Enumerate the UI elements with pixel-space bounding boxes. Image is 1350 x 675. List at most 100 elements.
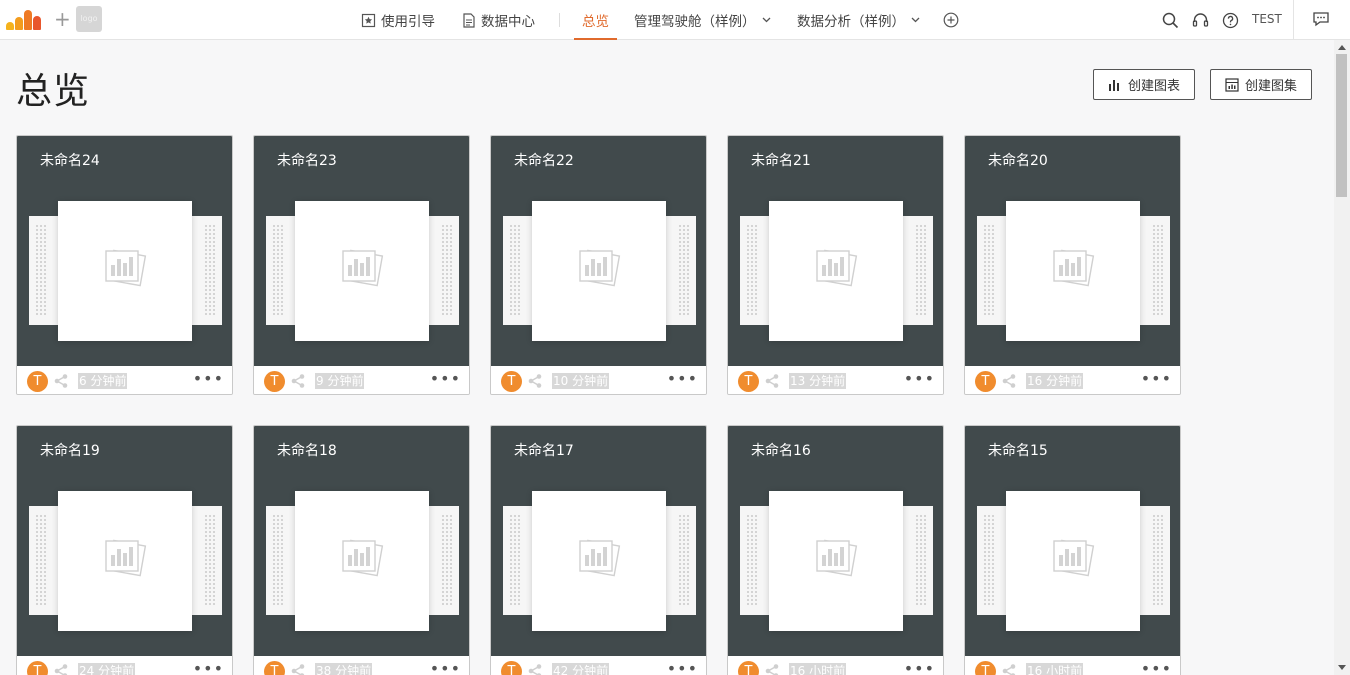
add-icon[interactable]: + — [54, 9, 71, 29]
bar-chart-icon — [1109, 79, 1119, 91]
share-button[interactable] — [1001, 373, 1017, 393]
nav-item-cockpit[interactable]: 管理驾驶舱（样例） — [634, 0, 776, 40]
thumbnail-preview — [295, 491, 429, 631]
headset-support-icon[interactable] — [1190, 10, 1210, 30]
card-thumbnail[interactable]: 未命名24 — [17, 136, 232, 366]
nav-item-guide[interactable]: 使用引导 — [361, 0, 435, 40]
card-thumbnail[interactable]: 未命名15 — [965, 426, 1180, 656]
nav-label: 数据中心 — [481, 14, 535, 30]
search-icon[interactable] — [1160, 10, 1180, 30]
share-button[interactable] — [1001, 663, 1017, 675]
share-button[interactable] — [290, 663, 306, 675]
chart-card[interactable]: 未命名16 T 16 小时前 ••• — [727, 425, 944, 675]
card-timestamp: 42 分钟前 — [552, 663, 610, 675]
user-name[interactable]: TEST — [1252, 12, 1282, 26]
card-timestamp: 6 分钟前 — [78, 373, 128, 389]
card-timestamp: 9 分钟前 — [315, 373, 365, 389]
thumbnail-preview — [769, 491, 903, 631]
card-thumbnail[interactable]: 未命名21 — [728, 136, 943, 366]
chart-card[interactable]: 未命名23 T 9 分钟前 ••• — [253, 135, 470, 395]
thumbnail-preview — [769, 201, 903, 341]
share-button[interactable] — [527, 663, 543, 675]
chart-card[interactable]: 未命名24 T 6 分钟前 ••• — [16, 135, 233, 395]
chart-placeholder-icon — [816, 539, 858, 577]
scroll-down-arrow-icon[interactable] — [1338, 665, 1346, 670]
card-title: 未命名22 — [514, 153, 574, 169]
nav-item-overview[interactable]: 总览 — [574, 0, 617, 40]
card-footer: T 16 小时前 ••• — [728, 656, 943, 675]
card-timestamp: 13 分钟前 — [789, 373, 847, 389]
brand-logo-icon[interactable] — [6, 8, 48, 30]
card-title: 未命名18 — [277, 443, 337, 459]
avatar[interactable]: T — [27, 661, 48, 675]
nav-item-analysis[interactable]: 数据分析（样例） — [797, 0, 925, 40]
nav-item-data-center[interactable]: 数据中心 — [462, 0, 535, 40]
avatar[interactable]: T — [264, 661, 285, 675]
avatar[interactable]: T — [975, 371, 996, 392]
chart-card[interactable]: 未命名20 T 16 分钟前 ••• — [964, 135, 1181, 395]
card-thumbnail[interactable]: 未命名22 — [491, 136, 706, 366]
card-footer: T 16 小时前 ••• — [965, 656, 1180, 675]
avatar[interactable]: T — [27, 371, 48, 392]
logo-placeholder[interactable]: logo — [76, 6, 102, 32]
thumbnail-preview — [1006, 201, 1140, 341]
avatar[interactable]: T — [738, 661, 759, 675]
more-options-icon[interactable]: ••• — [1141, 661, 1172, 675]
share-icon — [1002, 374, 1016, 388]
chart-card[interactable]: 未命名22 T 10 分钟前 ••• — [490, 135, 707, 395]
card-thumbnail[interactable]: 未命名23 — [254, 136, 469, 366]
more-options-icon[interactable]: ••• — [193, 661, 224, 675]
chart-card[interactable]: 未命名19 T 24 分钟前 ••• — [16, 425, 233, 675]
vertical-scrollbar[interactable] — [1334, 40, 1350, 675]
avatar[interactable]: T — [975, 661, 996, 675]
more-options-icon[interactable]: ••• — [667, 371, 698, 387]
chart-placeholder-icon — [579, 539, 621, 577]
more-options-icon[interactable]: ••• — [430, 371, 461, 387]
nav-label: 使用引导 — [381, 14, 435, 30]
share-button[interactable] — [53, 663, 69, 675]
card-thumbnail[interactable]: 未命名20 — [965, 136, 1180, 366]
card-title: 未命名15 — [988, 443, 1048, 459]
chevron-down-icon — [911, 17, 920, 23]
card-timestamp: 24 分钟前 — [78, 663, 136, 675]
create-collection-button[interactable]: 创建图集 — [1210, 69, 1313, 100]
share-button[interactable] — [290, 373, 306, 393]
avatar[interactable]: T — [738, 371, 759, 392]
avatar[interactable]: T — [501, 661, 522, 675]
chart-card[interactable]: 未命名18 T 38 分钟前 ••• — [253, 425, 470, 675]
chart-placeholder-icon — [579, 249, 621, 287]
share-icon — [528, 374, 542, 388]
scroll-up-arrow-icon[interactable] — [1338, 45, 1346, 50]
share-button[interactable] — [527, 373, 543, 393]
card-thumbnail[interactable]: 未命名18 — [254, 426, 469, 656]
more-options-icon[interactable]: ••• — [904, 371, 935, 387]
card-footer: T 42 分钟前 ••• — [491, 656, 706, 675]
card-footer: T 10 分钟前 ••• — [491, 366, 706, 394]
avatar[interactable]: T — [264, 371, 285, 392]
share-button[interactable] — [764, 373, 780, 393]
share-button[interactable] — [764, 663, 780, 675]
card-footer: T 38 分钟前 ••• — [254, 656, 469, 675]
chart-card[interactable]: 未命名15 T 16 小时前 ••• — [964, 425, 1181, 675]
card-title: 未命名21 — [751, 153, 811, 169]
message-icon[interactable] — [1312, 10, 1330, 32]
more-options-icon[interactable]: ••• — [667, 661, 698, 675]
card-thumbnail[interactable]: 未命名19 — [17, 426, 232, 656]
add-dashboard-button[interactable] — [943, 0, 964, 40]
share-button[interactable] — [53, 373, 69, 393]
card-thumbnail[interactable]: 未命名16 — [728, 426, 943, 656]
more-options-icon[interactable]: ••• — [1141, 371, 1172, 387]
nav-label: 总览 — [582, 14, 609, 30]
scrollbar-thumb[interactable] — [1336, 54, 1347, 197]
help-icon[interactable] — [1220, 10, 1240, 30]
share-icon — [1002, 664, 1016, 675]
thumbnail-preview — [532, 491, 666, 631]
avatar[interactable]: T — [501, 371, 522, 392]
more-options-icon[interactable]: ••• — [430, 661, 461, 675]
more-options-icon[interactable]: ••• — [904, 661, 935, 675]
create-chart-button[interactable]: 创建图表 — [1093, 69, 1196, 100]
more-options-icon[interactable]: ••• — [193, 371, 224, 387]
chart-card[interactable]: 未命名17 T 42 分钟前 ••• — [490, 425, 707, 675]
chart-card[interactable]: 未命名21 T 13 分钟前 ••• — [727, 135, 944, 395]
card-thumbnail[interactable]: 未命名17 — [491, 426, 706, 656]
